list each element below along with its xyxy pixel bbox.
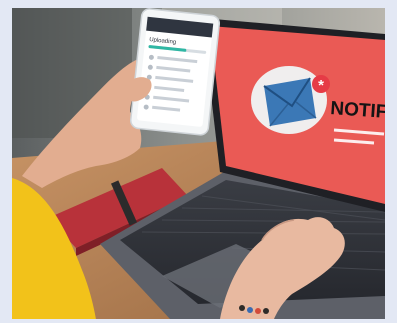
badge-symbol: * (318, 77, 324, 94)
photo: * NOTIFI Uploading (12, 8, 385, 319)
scene-illustration: * NOTIFI Uploading (12, 8, 385, 319)
envelope-icon (263, 77, 317, 127)
smartphone: Uploading (129, 8, 221, 136)
bracelet-bead (239, 305, 245, 311)
screen-heading: NOTIFI (330, 98, 385, 123)
